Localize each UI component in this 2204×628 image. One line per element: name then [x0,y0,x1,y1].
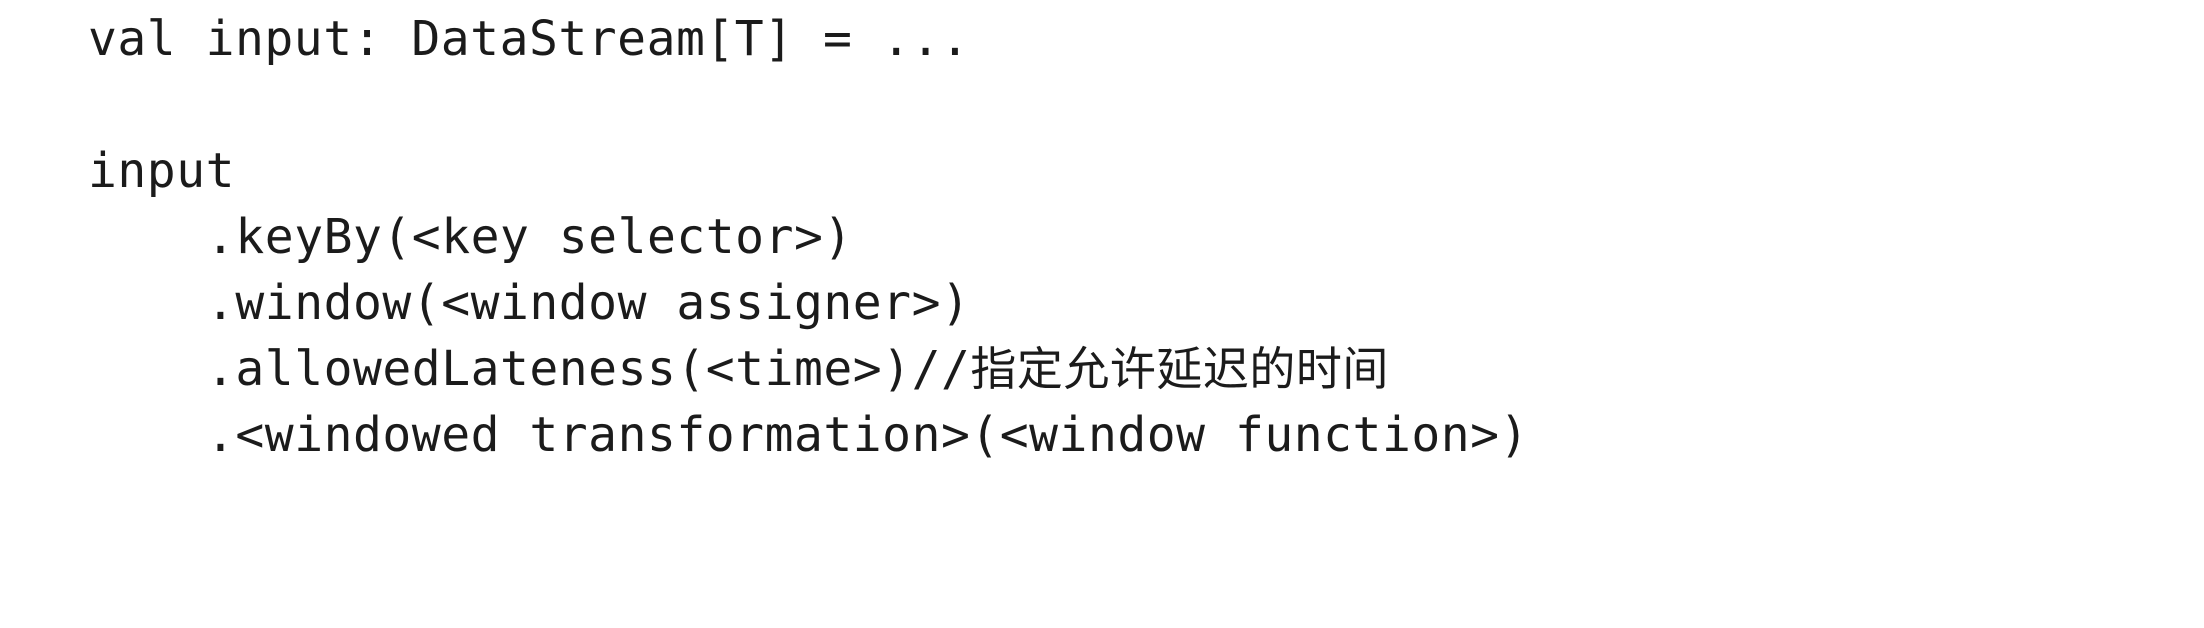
code-comment-cjk: 指定允许延迟的时间 [970,342,1389,396]
code-line-window: .window(<window assigner>) [206,275,971,331]
code-line-windowed-transformation: .<windowed transformation>(<window funct… [206,407,1529,463]
code-line-key-by: .keyBy(<key selector>) [206,209,853,265]
code-line-declaration: val input: DataStream[T] = ... [88,11,970,67]
code-line-allowed-lateness: .allowedLateness(<time>)//指定允许延迟的时间 [88,336,2188,402]
code-line-stream-root: input [88,143,235,199]
code-block: val input: DataStream[T] = ... input .ke… [88,0,2188,468]
code-snippet-container: val input: DataStream[T] = ... input .ke… [0,0,2204,628]
code-call-allowed-lateness: .allowedLateness(<time>)// [206,341,971,397]
